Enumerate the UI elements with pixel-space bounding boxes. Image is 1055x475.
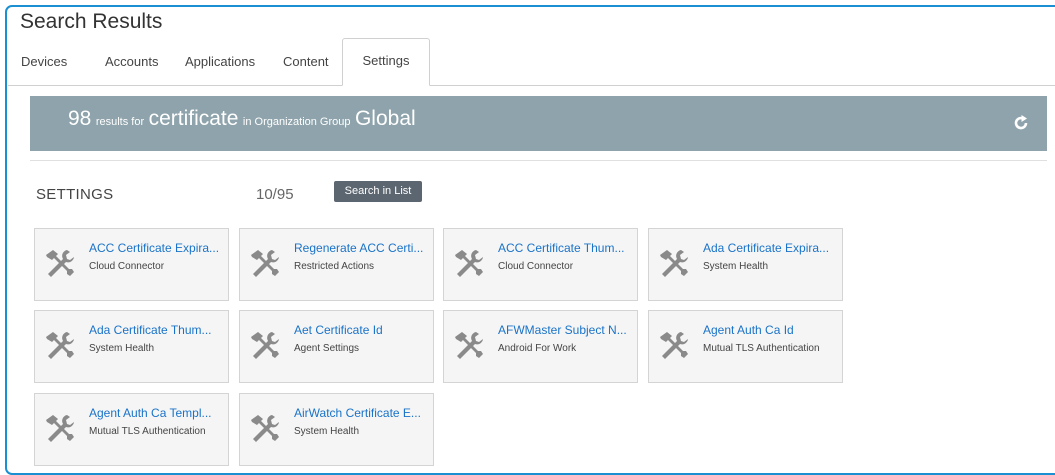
tools-icon bbox=[452, 247, 486, 281]
setting-card[interactable]: Agent Auth Ca Templ... Mutual TLS Authent… bbox=[34, 393, 229, 466]
tab-applications[interactable]: Applications bbox=[185, 54, 255, 69]
setting-card-category: System Health bbox=[294, 426, 360, 437]
setting-card-category: Android For Work bbox=[498, 343, 577, 354]
result-count: 10/95 bbox=[256, 186, 294, 203]
setting-card-title[interactable]: ACC Certificate Expira... bbox=[89, 241, 225, 255]
results-banner: 98 results for certificate in Organizati… bbox=[30, 96, 1047, 151]
org-group-name: Global bbox=[354, 107, 416, 130]
setting-card[interactable]: AirWatch Certificate E... System Health bbox=[239, 393, 434, 466]
tools-icon bbox=[657, 329, 691, 363]
setting-card-category: Restricted Actions bbox=[294, 261, 375, 272]
setting-card-category: Mutual TLS Authentication bbox=[89, 426, 206, 437]
search-query: certificate bbox=[148, 107, 239, 130]
section-divider bbox=[30, 160, 1047, 161]
setting-card[interactable]: Ada Certificate Thum... System Health bbox=[34, 310, 229, 383]
results-count: 98 bbox=[68, 107, 92, 130]
setting-card-title[interactable]: Regenerate ACC Certi... bbox=[294, 241, 430, 255]
tools-icon bbox=[43, 247, 77, 281]
setting-card-title[interactable]: Aet Certificate Id bbox=[294, 323, 430, 337]
section-title: SETTINGS bbox=[36, 186, 114, 203]
tab-settings[interactable]: Settings bbox=[342, 38, 430, 86]
tools-icon bbox=[248, 247, 282, 281]
setting-card-title[interactable]: Ada Certificate Thum... bbox=[89, 323, 225, 337]
setting-card-category: Cloud Connector bbox=[89, 261, 165, 272]
tab-accounts[interactable]: Accounts bbox=[105, 54, 158, 69]
setting-card-title[interactable]: Agent Auth Ca Id bbox=[703, 323, 839, 337]
setting-card[interactable]: Ada Certificate Expira... System Health bbox=[648, 228, 843, 301]
setting-card-title[interactable]: AirWatch Certificate E... bbox=[294, 406, 430, 420]
setting-card-category: Cloud Connector bbox=[498, 261, 574, 272]
tools-icon bbox=[248, 412, 282, 446]
refresh-icon[interactable] bbox=[1011, 113, 1031, 133]
setting-card-title[interactable]: ACC Certificate Thum... bbox=[498, 241, 634, 255]
search-in-list-button[interactable]: Search in List bbox=[334, 181, 422, 202]
setting-card[interactable]: Agent Auth Ca Id Mutual TLS Authenticatio… bbox=[648, 310, 843, 383]
page-title: Search Results bbox=[20, 10, 163, 33]
setting-card-title[interactable]: Agent Auth Ca Templ... bbox=[89, 406, 225, 420]
setting-card-category: System Health bbox=[703, 261, 769, 272]
tools-icon bbox=[43, 412, 77, 446]
results-for-label: results for bbox=[95, 116, 145, 128]
tools-icon bbox=[43, 329, 77, 363]
tools-icon bbox=[452, 329, 486, 363]
setting-card[interactable]: Aet Certificate Id Agent Settings bbox=[239, 310, 434, 383]
tab-bar-divider bbox=[8, 85, 1055, 86]
results-summary: 98 results for certificate in Organizati… bbox=[68, 107, 416, 131]
setting-card-title[interactable]: Ada Certificate Expira... bbox=[703, 241, 839, 255]
setting-card-title[interactable]: AFWMaster Subject N... bbox=[498, 323, 634, 337]
org-group-label: in Organization Group bbox=[242, 116, 351, 128]
tools-icon bbox=[248, 329, 282, 363]
setting-card[interactable]: ACC Certificate Expira... Cloud Connector bbox=[34, 228, 229, 301]
setting-card[interactable]: Regenerate ACC Certi... Restricted Action… bbox=[239, 228, 434, 301]
tab-bar: Devices Accounts Applications Content Se… bbox=[0, 38, 1055, 86]
setting-card-category: Agent Settings bbox=[294, 343, 360, 354]
setting-card[interactable]: ACC Certificate Thum... Cloud Connector bbox=[443, 228, 638, 301]
tab-content[interactable]: Content bbox=[283, 54, 329, 69]
setting-card[interactable]: AFWMaster Subject N... Android For Work bbox=[443, 310, 638, 383]
tab-devices[interactable]: Devices bbox=[21, 54, 67, 69]
setting-card-category: Mutual TLS Authentication bbox=[703, 343, 820, 354]
tools-icon bbox=[657, 247, 691, 281]
setting-card-category: System Health bbox=[89, 343, 155, 354]
